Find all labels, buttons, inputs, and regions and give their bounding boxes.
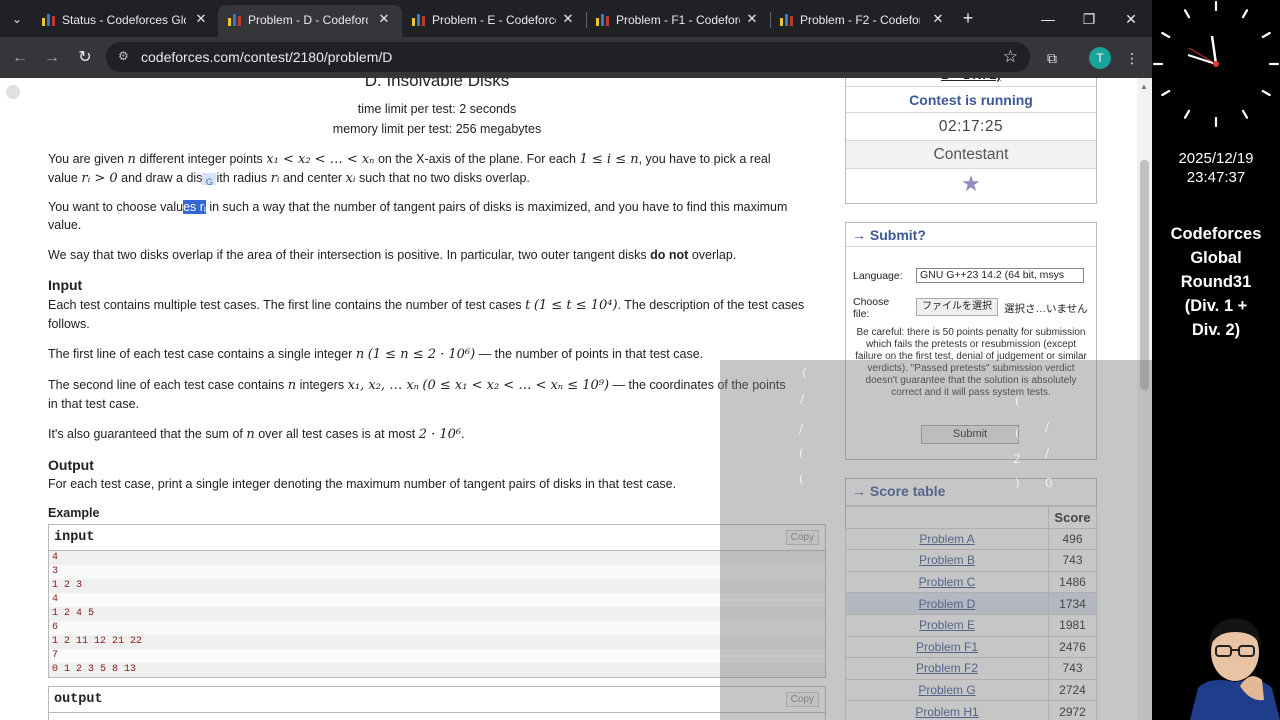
- output-paragraph: For each test case, print a single integ…: [48, 477, 677, 491]
- close-window-icon[interactable]: ✕: [1120, 8, 1142, 30]
- tab-title: Status - Codeforces Glob: [62, 13, 186, 27]
- clock-tick: [1161, 31, 1171, 39]
- close-tab-icon[interactable]: ✕: [375, 10, 393, 28]
- example-input-line: 0 1 2 3 5 8 13: [49, 663, 825, 677]
- input-label: input: [54, 530, 95, 545]
- tab-title: Problem - F2 - Codeforc: [800, 13, 920, 27]
- clock-tick: [1241, 109, 1249, 119]
- codeforces-favicon-icon: [412, 13, 426, 27]
- date-display: 2025/12/19: [1178, 150, 1254, 167]
- clock-tick: [1261, 89, 1271, 97]
- scroll-up-icon[interactable]: ▲: [1140, 82, 1148, 91]
- tab-problem-f2[interactable]: Problem - F2 - Codeforc ✕: [770, 5, 954, 37]
- statement-paragraph-1: You are given n different integer points…: [48, 152, 771, 187]
- close-tab-icon[interactable]: ✕: [192, 10, 210, 28]
- input-paragraph-3: The second line of each test case contai…: [48, 378, 786, 411]
- clock-tick: [1241, 9, 1249, 19]
- example-input-line: 6: [49, 621, 825, 635]
- new-tab-button[interactable]: +: [957, 8, 979, 30]
- tab-problem-e[interactable]: Problem - E - Codeforces ✕: [402, 5, 586, 37]
- tab-title: Problem - F1 - Codeforce: [616, 13, 740, 27]
- output-heading: Output: [48, 457, 94, 473]
- example-input-line: 3: [49, 565, 825, 579]
- codeforces-favicon-icon: [42, 13, 56, 27]
- analog-clock-icon: [1152, 0, 1280, 128]
- clock-tick: [1261, 31, 1271, 39]
- contest-status-box: 1 + Div. 2) Contest is running 02:17:25 …: [845, 78, 1097, 204]
- address-bar[interactable]: ⚙ codeforces.com/contest/2180/problem/D …: [106, 42, 1030, 72]
- example-input-header: input Copy: [49, 525, 825, 551]
- close-tab-icon[interactable]: ✕: [929, 10, 947, 28]
- example-input-line: 4: [49, 551, 825, 565]
- clock-tick: [1161, 89, 1171, 97]
- example-input-line: 7: [49, 649, 825, 663]
- scrollbar-thumb[interactable]: [1140, 160, 1149, 390]
- output-label: output: [54, 692, 103, 707]
- contest-name-display: Codeforces Global Round31 (Div. 1 + Div.…: [1170, 225, 1262, 339]
- example-input-line: 1 2 11 12 21 22: [49, 635, 825, 649]
- time-limit: time limit per test: 2 seconds: [357, 102, 517, 116]
- codeforces-favicon-icon: [780, 13, 794, 27]
- webcam-person-image: [1190, 618, 1280, 720]
- tab-problem-f1[interactable]: Problem - F1 - Codeforce ✕: [586, 5, 770, 37]
- example-input-line: 1 2 3: [49, 579, 825, 593]
- browser-toolbar: ← → ↻ ⚙ codeforces.com/contest/2180/prob…: [0, 37, 1152, 78]
- contest-timer: 02:17:25: [846, 113, 1096, 141]
- language-select[interactable]: GNU G++23 14.2 (64 bit, msys: [916, 268, 1084, 283]
- codeforces-favicon-icon: [228, 13, 242, 27]
- favourite-star-icon[interactable]: ★: [846, 169, 1096, 203]
- input-paragraph-1: Each test contains multiple test cases. …: [48, 298, 805, 331]
- example-output-header: output Copy: [49, 687, 825, 713]
- example-input-lines[interactable]: 431 2 341 2 4 561 2 11 12 21 22 7 0 1 2 3 …: [49, 551, 825, 677]
- back-icon[interactable]: ←: [9, 47, 31, 69]
- tab-search-icon[interactable]: ⌄: [6, 8, 28, 30]
- close-tab-icon[interactable]: ✕: [559, 10, 577, 28]
- memory-limit: memory limit per test: 256 megabytes: [332, 122, 542, 136]
- problem-title: D. Insolvable Disks: [364, 78, 510, 90]
- input-heading: Input: [48, 277, 83, 293]
- contest-name-link[interactable]: 1 + Div. 2): [846, 78, 1096, 87]
- tab-title: Problem - D - Codeforce: [248, 13, 368, 27]
- no-file-text: 選択さ…いません: [1004, 303, 1088, 315]
- example-input-box: input Copy 431 2 341 2 4 561 2 11 12 21 …: [48, 524, 826, 678]
- input-paragraph-4: It's also guaranteed that the sum of n o…: [48, 427, 465, 442]
- restore-icon[interactable]: ❐: [1078, 8, 1100, 30]
- submit-title: → Submit?: [846, 223, 1096, 247]
- close-tab-icon[interactable]: ✕: [743, 10, 761, 28]
- page-action-icon[interactable]: [6, 85, 20, 99]
- selected-text[interactable]: es rᵢ: [183, 200, 206, 214]
- tab-title: Problem - E - Codeforces: [432, 13, 556, 27]
- extensions-icon[interactable]: ⧉: [1041, 47, 1063, 69]
- time-display: 23:47:37: [1186, 169, 1246, 186]
- translate-popup-icon[interactable]: G: [202, 172, 217, 187]
- contestant-role: Contestant: [846, 141, 1096, 169]
- tab-problem-d[interactable]: Problem - D - Codeforce ✕: [218, 5, 402, 37]
- contest-status: Contest is running: [846, 87, 1096, 113]
- codeforces-favicon-icon: [596, 13, 610, 27]
- example-input-line: 1 2 4 5: [49, 607, 825, 621]
- menu-kebab-icon[interactable]: ⋮: [1121, 47, 1143, 69]
- bookmark-star-icon[interactable]: ☆: [1003, 47, 1018, 67]
- example-heading: Example: [48, 506, 100, 520]
- site-info-icon[interactable]: ⚙: [118, 49, 132, 63]
- example-output-box: output Copy: [48, 686, 826, 720]
- clock-tick: [1183, 109, 1191, 119]
- forward-icon[interactable]: →: [41, 47, 63, 69]
- statement-paragraph-3: We say that two disks overlap if the are…: [48, 248, 737, 262]
- example-input-line: 4: [49, 593, 825, 607]
- language-label: Language:: [853, 270, 903, 282]
- browser-tab-bar: ⌄ Status - Codeforces Glob ✕ Problem - D…: [0, 0, 1152, 37]
- statement-paragraph-2: You want to choose values rᵢ in such a w…: [48, 200, 788, 232]
- url-text[interactable]: codeforces.com/contest/2180/problem/D: [141, 49, 392, 65]
- input-paragraph-2: The first line of each test case contain…: [48, 347, 704, 362]
- profile-avatar[interactable]: T: [1089, 47, 1111, 69]
- reload-icon[interactable]: ↻: [74, 47, 96, 69]
- choose-file-button[interactable]: ファイルを選択: [916, 298, 998, 316]
- tab-status[interactable]: Status - Codeforces Glob ✕: [32, 5, 216, 37]
- choose-file-label: Choose file:: [853, 296, 890, 320]
- minimize-icon[interactable]: —: [1037, 8, 1059, 30]
- clock-tick: [1183, 9, 1191, 19]
